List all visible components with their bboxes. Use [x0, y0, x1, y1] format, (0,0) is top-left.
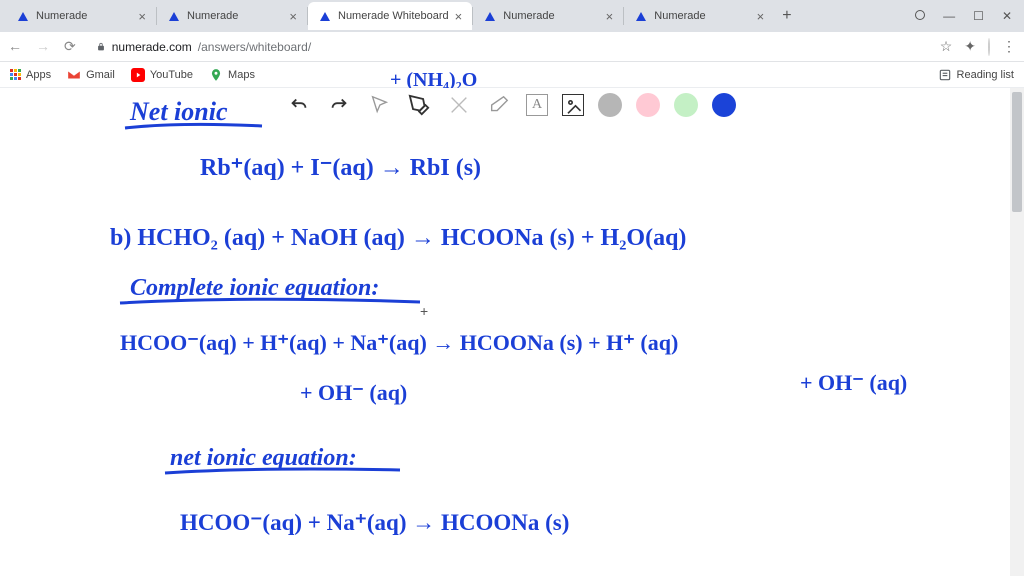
numerade-favicon — [318, 9, 332, 23]
close-icon[interactable]: × — [455, 9, 463, 24]
profile-avatar-icon[interactable] — [988, 39, 990, 55]
tab-title: Numerade — [36, 10, 132, 22]
browser-tab[interactable]: Numerade × — [157, 2, 307, 30]
close-icon[interactable]: × — [606, 9, 614, 24]
vertical-scrollbar[interactable] — [1010, 88, 1024, 576]
hw-complete-title: Complete ionic equation: — [130, 275, 379, 301]
star-icon[interactable]: ☆ — [940, 38, 953, 55]
lock-icon — [96, 42, 106, 52]
reload-icon[interactable]: ⟳ — [64, 38, 76, 55]
browser-tab[interactable]: Numerade × — [624, 2, 774, 30]
cursor-mark: + — [420, 303, 428, 319]
browser-tab-strip: Numerade × Numerade × Numerade Whiteboar… — [0, 0, 1024, 32]
browser-tab[interactable]: Numerade × — [473, 2, 623, 30]
chrome-account-icon[interactable] — [915, 9, 925, 23]
hw-part-b: b) HCHO₂ (aq) + NaOH (aq) → HCOONa (s) +… — [110, 225, 686, 251]
hw-complete-left2: + OH⁻ (aq) — [300, 380, 407, 405]
close-icon[interactable]: × — [138, 9, 146, 24]
whiteboard-canvas[interactable]: Net ionic Rb⁺(aq) + I⁻(aq) → RbI (s) b) … — [0, 70, 1010, 576]
tab-title: Numerade — [503, 10, 599, 22]
scrollbar-thumb[interactable] — [1012, 92, 1022, 212]
nav-arrows: ← → ⟳ — [8, 38, 76, 55]
url-path: /answers/whiteboard/ — [198, 40, 311, 54]
back-icon[interactable]: ← — [8, 38, 22, 55]
extensions-icon[interactable]: ✦ — [964, 38, 976, 55]
hw-eq1: Rb⁺(aq) + I⁻(aq) → RbI (s) — [200, 155, 481, 181]
numerade-favicon — [634, 9, 648, 23]
address-bar-row: ← → ⟳ numerade.com/answers/whiteboard/ ☆… — [0, 32, 1024, 62]
numerade-favicon — [16, 9, 30, 23]
tab-title: Numerade — [654, 10, 750, 22]
tab-title: Numerade — [187, 10, 283, 22]
window-controls: — ☐ ✕ — [915, 9, 1024, 23]
underline-stroke — [120, 299, 420, 303]
browser-tab-active[interactable]: Numerade Whiteboard × — [308, 2, 472, 30]
close-icon[interactable]: × — [757, 9, 765, 24]
url-bar[interactable]: numerade.com/answers/whiteboard/ — [88, 40, 928, 54]
browser-tab[interactable]: Numerade × — [6, 2, 156, 30]
hw-complete-right2: + OH⁻ (aq) — [800, 370, 907, 395]
tab-title: Numerade Whiteboard — [338, 10, 449, 22]
numerade-favicon — [483, 9, 497, 23]
hw-net-ionic-2: net ionic equation: — [170, 445, 357, 471]
addr-bar-actions: ☆ ✦ ⋮ — [940, 38, 1016, 55]
maximize-icon[interactable]: ☐ — [973, 9, 984, 23]
url-host: numerade.com — [112, 40, 192, 54]
kebab-menu-icon[interactable]: ⋮ — [1002, 38, 1016, 55]
minimize-icon[interactable]: — — [943, 9, 955, 23]
forward-icon[interactable]: → — [36, 38, 50, 55]
hw-final: HCOO⁻(aq) + Na⁺(aq) → HCOONa (s) — [180, 510, 569, 535]
underline-stroke — [125, 124, 262, 128]
new-tab-button[interactable]: + — [774, 7, 799, 25]
hw-complete-line1: HCOO⁻(aq) + H⁺(aq) + Na⁺(aq) → HCOONa (s… — [120, 330, 678, 355]
numerade-favicon — [167, 9, 181, 23]
close-icon[interactable]: × — [289, 9, 297, 24]
close-window-icon[interactable]: ✕ — [1002, 9, 1012, 23]
hw-net-ionic: Net ionic — [129, 97, 228, 126]
